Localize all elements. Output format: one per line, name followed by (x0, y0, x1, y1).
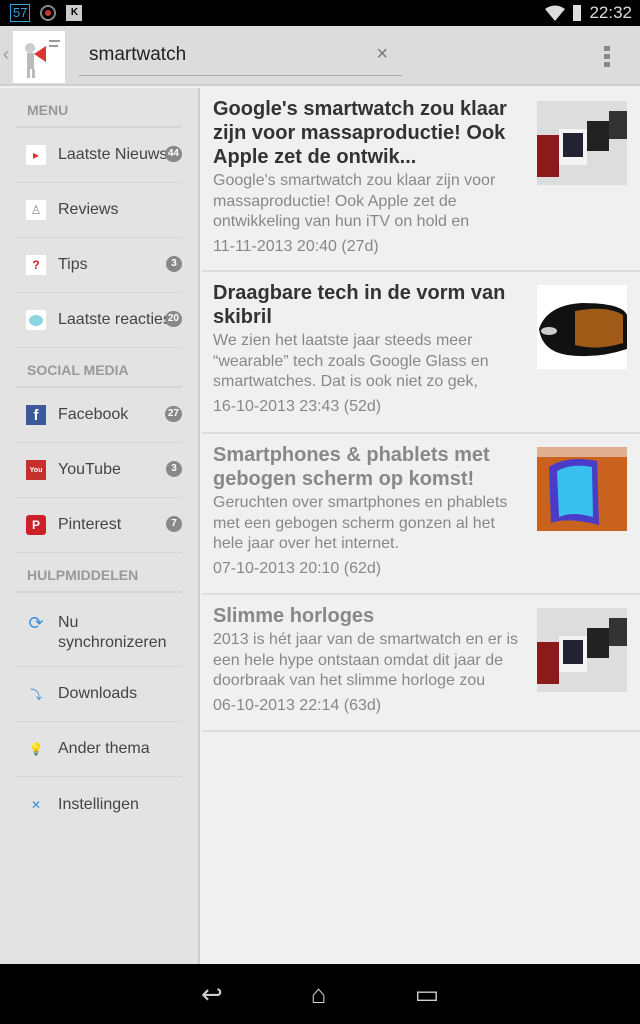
app-logo[interactable] (13, 31, 65, 83)
home-icon[interactable]: ⌂ (311, 979, 327, 1010)
article-item[interactable]: Google's smartwatch zou klaar zijn voor … (202, 88, 640, 272)
question-icon: ? (26, 255, 46, 275)
k2-icon: K (66, 5, 83, 21)
count-badge: 44 (164, 146, 182, 162)
count-badge: 3 (166, 461, 182, 477)
notification-badge: 57 (10, 4, 31, 22)
section-header: MENU (16, 88, 182, 128)
youtube-icon: You (26, 460, 46, 480)
article-title: Draagbare tech in de vorm van skibril (213, 282, 506, 328)
sidebar-item-theme[interactable]: 💡 Ander thema (16, 722, 182, 777)
article-title: Smartphones & phablets met gebogen scher… (213, 444, 490, 490)
article-thumbnail (537, 285, 627, 369)
sidebar-item-laatste-reacties[interactable]: Laatste reacties 20 (16, 293, 182, 348)
section-header: HULPMIDDELEN (16, 553, 182, 593)
record-icon (40, 5, 57, 21)
battery-icon (573, 5, 582, 21)
article-excerpt: We zien het laatste jaar steeds meer “we… (213, 332, 489, 391)
article-excerpt: 2013 is hét jaar van de smartwatch en er… (213, 631, 519, 690)
wifi-icon (545, 5, 566, 21)
facebook-icon: f (26, 405, 46, 425)
article-title: Slimme horloges (213, 605, 375, 627)
sidebar-item-pinterest[interactable]: P Pinterest 7 (16, 498, 182, 553)
article-date: 06-10-2013 22:14 (63d) (213, 697, 382, 715)
recent-apps-icon[interactable]: ▭ (414, 979, 439, 1010)
sidebar-item-facebook[interactable]: f Facebook 27 (16, 388, 182, 443)
reviews-icon: ♙ (26, 200, 46, 220)
count-badge: 20 (164, 311, 182, 327)
article-item[interactable]: Smartphones & phablets met gebogen scher… (202, 434, 640, 595)
article-thumbnail (537, 608, 627, 692)
sidebar-item-youtube[interactable]: You YouTube 3 (16, 443, 182, 498)
count-badge: 7 (166, 516, 182, 532)
sidebar-item-tips[interactable]: ? Tips 3 (16, 238, 182, 293)
article-title: Google's smartwatch zou klaar zijn voor … (213, 98, 507, 168)
back-caret-icon[interactable]: ‹ (3, 44, 9, 65)
article-date: 11-11-2013 20:40 (27d) (213, 238, 379, 256)
count-badge: 27 (164, 406, 182, 422)
sidebar-item-laatste-nieuws[interactable]: ▸ Laatste Nieuws 44 (16, 128, 182, 183)
article-date: 16-10-2013 23:43 (52d) (213, 398, 382, 416)
search-field[interactable]: × (79, 36, 402, 76)
tools-icon: ✕ (30, 797, 42, 812)
status-bar: 57 K 22:32 (0, 0, 640, 26)
back-icon[interactable]: ↩ (201, 979, 223, 1010)
sync-icon: ⟳ (28, 612, 44, 633)
comment-icon (26, 310, 46, 330)
action-bar: ‹ × (0, 26, 640, 86)
sidebar-item-settings[interactable]: ✕ Instellingen (16, 777, 182, 832)
article-thumbnail (537, 447, 627, 531)
sidebar-item-reviews[interactable]: ♙ Reviews (16, 183, 182, 238)
article-excerpt: Geruchten over smartphones en phablets m… (213, 494, 508, 553)
sidebar-item-downloads[interactable]: ⤵ Downloads (16, 667, 182, 722)
article-thumbnail (537, 101, 627, 185)
megaphone-icon: ▸ (26, 145, 46, 165)
search-input[interactable] (89, 44, 369, 66)
clear-icon[interactable]: × (376, 43, 388, 66)
article-item[interactable]: Slimme horloges 2013 is hét jaar van de … (202, 595, 640, 732)
article-date: 07-10-2013 20:10 (62d) (213, 560, 382, 578)
clock: 22:32 (589, 3, 632, 22)
lightbulb-icon: 💡 (28, 742, 44, 756)
pinterest-icon: P (26, 515, 46, 535)
count-badge: 3 (166, 256, 182, 272)
article-item[interactable]: Draagbare tech in de vorm van skibril We… (202, 272, 640, 434)
sidebar-item-sync[interactable]: ⟳ Nu synchronizeren (16, 593, 182, 667)
article-excerpt: Google's smartwatch zou klaar zijn voor … (213, 172, 496, 231)
overflow-menu-icon[interactable] (604, 46, 610, 67)
system-nav-bar: ↩ ⌂ ▭ (0, 964, 640, 1024)
download-icon: ⤵ (29, 687, 42, 702)
navigation-drawer: MENU ▸ Laatste Nieuws 44 ♙ Reviews ? Tips 3 L… (0, 88, 200, 964)
section-header: SOCIAL MEDIA (16, 348, 182, 388)
article-list: Google's smartwatch zou klaar zijn voor … (202, 88, 640, 732)
